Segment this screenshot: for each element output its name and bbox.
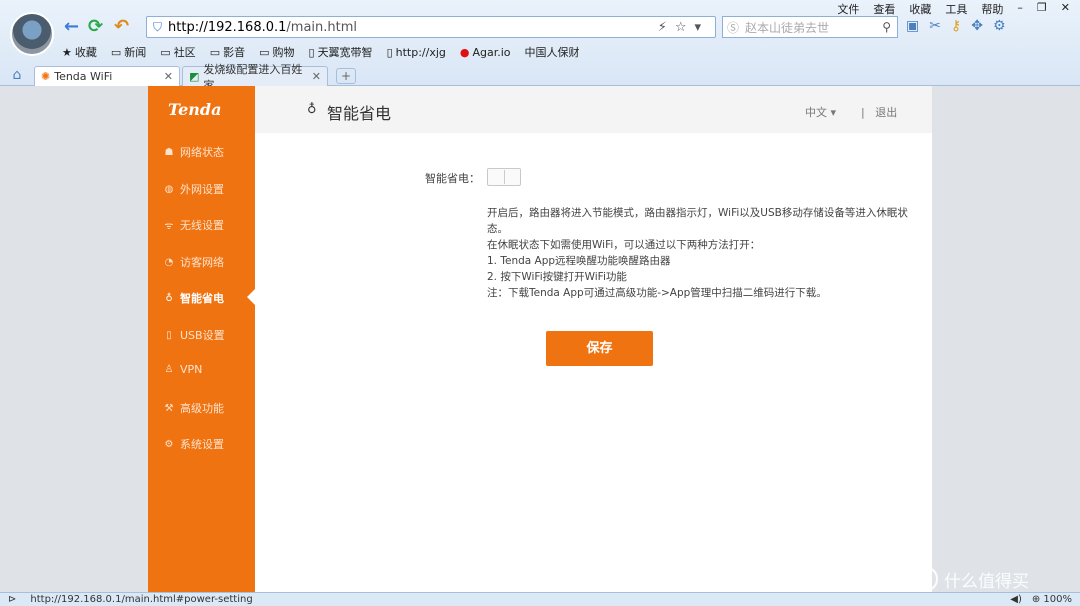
sidebar: Tenda ☗ 网络状态 ◍ 外网设置 ᯤ 无线设置 ◔ 访客网络 ♁ 智能省电 ▯ USB… — [148, 86, 255, 592]
bookmark-item[interactable]: ★ 收藏 — [62, 44, 97, 60]
sidebar-toggle-icon[interactable]: ⊳ — [8, 594, 16, 605]
power-saving-toggle[interactable] — [487, 168, 521, 186]
screenshot-icon[interactable]: ✂ — [929, 18, 941, 34]
minimize-icon[interactable]: – — [1017, 1, 1023, 17]
bookmark-item[interactable]: ▭ 影音 — [210, 44, 245, 60]
page-margin-left — [0, 86, 148, 592]
guest-icon: ◔ — [164, 256, 174, 268]
bookmark-item[interactable]: ▭ 新闻 — [111, 44, 146, 60]
menu-file[interactable]: 文件 — [837, 1, 859, 17]
tenda-logo: Tenda — [168, 100, 222, 119]
key-icon[interactable]: ⚷ — [951, 18, 961, 34]
site-favicon-icon: ◩ — [189, 70, 200, 83]
tenda-favicon-icon: ✺ — [41, 70, 51, 83]
bulb-icon: ♁ — [307, 102, 317, 117]
back-icon[interactable]: ← — [64, 16, 79, 37]
sidebar-item-advanced[interactable]: ⚒ 高级功能 — [164, 400, 224, 416]
sidebar-item-system[interactable]: ⚙ 系统设置 — [164, 436, 224, 452]
close-tab-icon[interactable]: ✕ — [164, 70, 173, 83]
vpn-icon: ♙ — [164, 364, 174, 375]
tab-article[interactable]: ◩ 发烧级配置进入百姓家 ... ✕ — [182, 63, 328, 92]
new-tab-button[interactable]: + — [336, 68, 356, 84]
bookmark-item[interactable]: ▯ http://xjg — [387, 44, 446, 60]
tab-tenda-wifi[interactable]: ✺ Tenda WiFi ✕ — [34, 66, 180, 86]
network-status-icon: ☗ — [164, 146, 174, 158]
power-saving-label: 智能省电： — [425, 172, 480, 185]
active-pointer — [247, 289, 255, 305]
bookmark-item[interactable]: ● Agar.io — [460, 44, 511, 60]
menu-bar: 文件 查看 收藏 工具 帮助 – ❐ ✕ — [837, 1, 1070, 17]
address-bar[interactable]: ⛉ http://192.168.0.1/main.html ⚡☆▾ — [146, 16, 716, 38]
watermark-logo-icon: 值 — [912, 566, 938, 592]
undo-icon[interactable]: ↶ — [114, 16, 129, 37]
watermark: 值什么值得买 — [912, 566, 1029, 592]
close-tab-icon[interactable]: ✕ — [312, 70, 321, 83]
restore-icon[interactable]: ❐ — [1037, 1, 1047, 17]
language-select[interactable]: 中文 ▾ — [805, 104, 836, 120]
bookmark-item[interactable]: 中国人保财 — [525, 44, 580, 60]
volume-icon[interactable]: ◀) — [1010, 594, 1022, 605]
wrench-icon: ⚒ — [164, 402, 174, 414]
menu-tools[interactable]: 工具 — [945, 1, 967, 17]
page-title: 智能省电 — [327, 104, 392, 123]
logout-link[interactable]: | 退出 — [861, 104, 897, 120]
shield-icon: ⛉ — [153, 19, 163, 34]
page-margin-right — [932, 86, 1080, 592]
home-icon[interactable]: ⌂ — [0, 67, 34, 86]
refresh-icon[interactable]: ⟳ — [88, 16, 103, 37]
apps-icon[interactable]: ✥ — [971, 18, 983, 34]
search-icon[interactable]: ⚲ — [882, 20, 891, 34]
avatar[interactable] — [10, 12, 54, 56]
sidebar-item-wireless[interactable]: ᯤ 无线设置 — [164, 217, 224, 233]
bookmark-item[interactable]: ▭ 购物 — [259, 44, 294, 60]
save-button[interactable]: 保存 — [546, 331, 653, 366]
bookmark-item[interactable]: ▯ 天翼宽带智 — [309, 44, 373, 60]
page-header: ♁ 智能省电 中文 ▾ | 退出 — [255, 86, 932, 133]
menu-help[interactable]: 帮助 — [981, 1, 1003, 17]
bookmark-item[interactable]: ▭ 社区 — [160, 44, 195, 60]
status-bar: ⊳ http://192.168.0.1/main.html#power-set… — [0, 592, 1080, 606]
main-content: ♁ 智能省电 中文 ▾ | 退出 智能省电： 开启后，路由器将进入节能模式，路由… — [255, 86, 932, 592]
settings-icon[interactable]: ⚙ — [993, 18, 1006, 34]
extension-icon[interactable]: ▣ — [906, 18, 919, 34]
menu-favorites[interactable]: 收藏 — [909, 1, 931, 17]
gear-icon: ⚙ — [164, 438, 174, 450]
sidebar-item-guest[interactable]: ◔ 访客网络 — [164, 254, 224, 270]
bookmarks-bar: ★ 收藏 ▭ 新闻 ▭ 社区 ▭ 影音 ▭ 购物 ▯ 天翼宽带智 ▯ http://xjg ●… — [62, 44, 580, 60]
globe-icon: ◍ — [164, 183, 174, 195]
tab-strip: ⌂ ✺ Tenda WiFi ✕ ◩ 发烧级配置进入百姓家 ... ✕ + — [0, 63, 1080, 92]
description: 开启后，路由器将进入节能模式，路由器指示灯，WiFi以及USB移动存储设备等进入… — [487, 207, 908, 299]
sidebar-item-wan[interactable]: ◍ 外网设置 — [164, 181, 224, 197]
usb-icon: ▯ — [166, 329, 172, 341]
menu-view[interactable]: 查看 — [873, 1, 895, 17]
sidebar-item-power-saving[interactable]: ♁ 智能省电 — [164, 290, 224, 306]
close-icon[interactable]: ✕ — [1061, 1, 1070, 17]
toolbar-icons: ▣ ✂ ⚷ ✥ ⚙ — [906, 18, 1006, 34]
status-url: http://192.168.0.1/main.html#power-setti… — [30, 594, 253, 605]
search-input[interactable]: Ⓢ 赵本山徒弟去世 ⚲ — [722, 16, 898, 38]
sidebar-item-usb[interactable]: ▯ USB设置 — [164, 327, 224, 343]
bulb-icon: ♁ — [165, 292, 173, 304]
wifi-icon: ᯤ — [164, 221, 174, 232]
browser-chrome: ← ⟳ ↶ ⛉ http://192.168.0.1/main.html ⚡☆▾… — [0, 0, 1080, 92]
star-icon[interactable]: ⚡☆▾ — [658, 20, 709, 35]
zoom-level[interactable]: ⊕ 100% — [1032, 594, 1072, 605]
sidebar-item-vpn[interactable]: ♙ VPN — [164, 363, 203, 376]
sidebar-item-network-status[interactable]: ☗ 网络状态 — [164, 144, 224, 160]
